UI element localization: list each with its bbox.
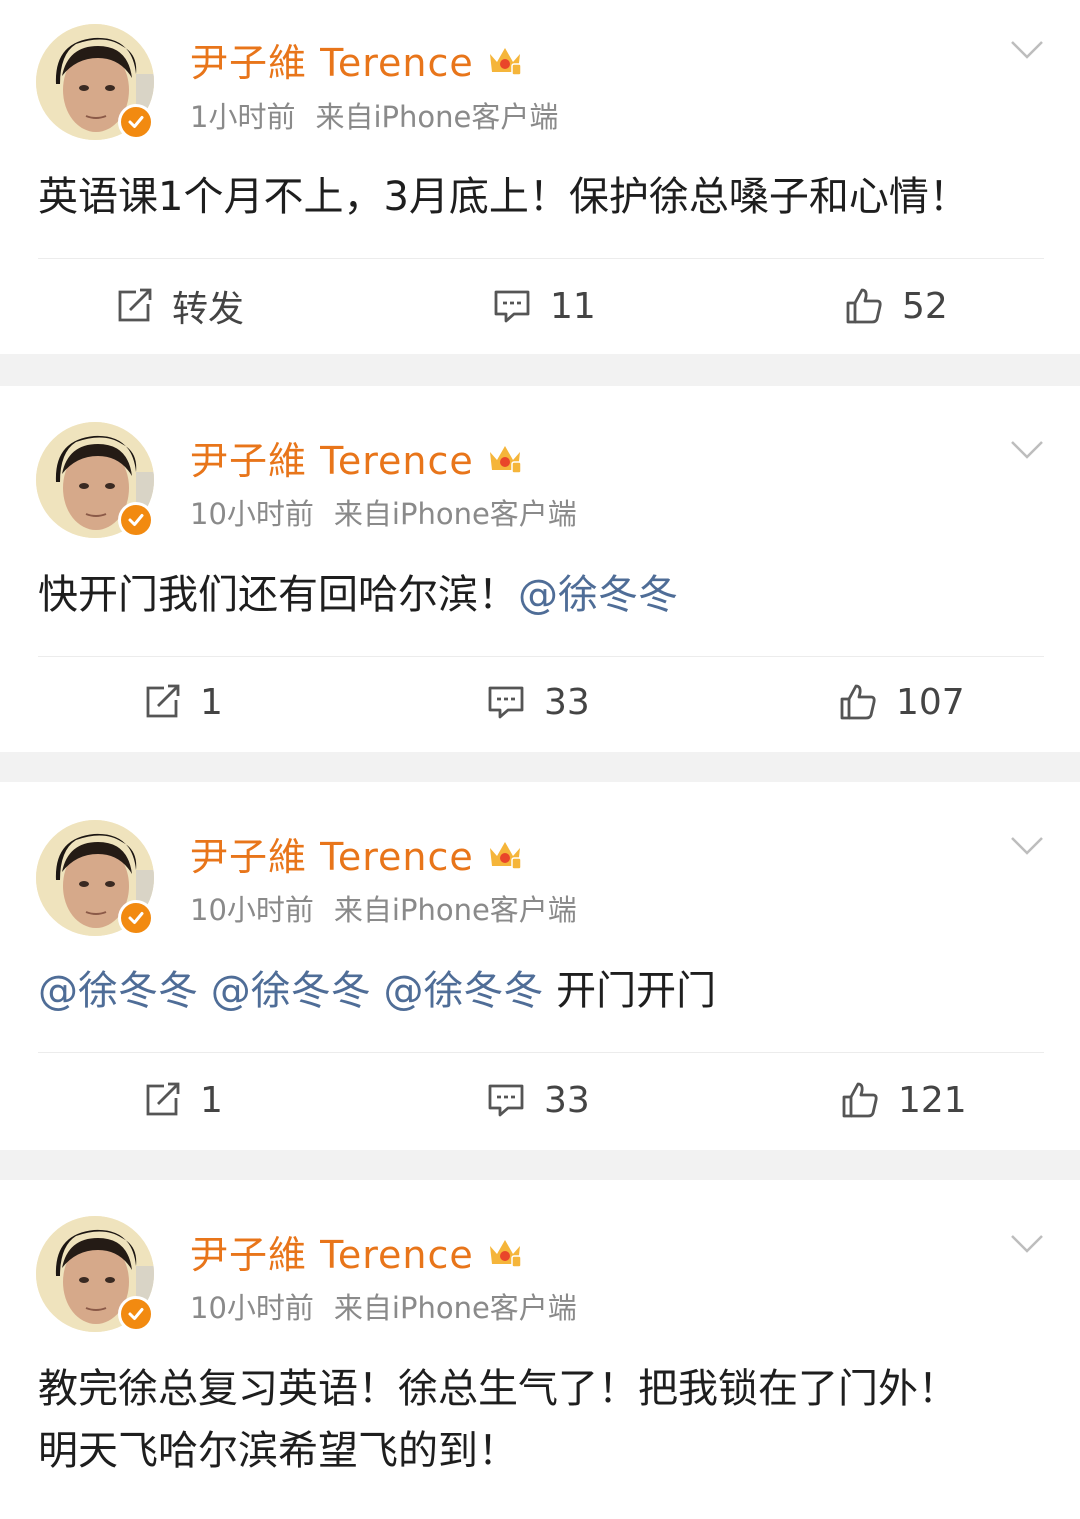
- verified-icon: [118, 1296, 154, 1332]
- text-segment: 快开门我们还有回哈尔滨！: [38, 572, 518, 618]
- repost-icon: [146, 684, 180, 718]
- post-meta: 10小时前 来自iPhone客户端: [190, 888, 577, 928]
- vip-crown-icon[interactable]: [486, 1232, 524, 1270]
- comment-button[interactable]: 33: [486, 662, 590, 742]
- post-meta: 1小时前 来自iPhone客户端: [190, 95, 558, 135]
- like-count: 121: [898, 1079, 967, 1121]
- post-text: 教完徐总复习英语！徐总生气了！把我锁在了门外！ 明天飞哈尔滨希望飞的到！: [38, 1358, 1040, 1482]
- divider: [38, 656, 1044, 657]
- repost-label: 转发: [172, 289, 245, 330]
- chevron-down-icon[interactable]: [1010, 834, 1044, 858]
- divider: [38, 258, 1044, 259]
- mention-link[interactable]: @徐冬冬: [211, 968, 371, 1014]
- comment-icon: [488, 686, 524, 719]
- text-segment: 教完徐总复习英语！徐总生气了！把我锁在了门外！: [38, 1366, 958, 1412]
- post-line: 教完徐总复习英语！徐总生气了！把我锁在了门外！: [38, 1358, 1040, 1420]
- mention-link[interactable]: @徐冬冬: [38, 968, 198, 1014]
- like-button[interactable]: 107: [838, 662, 965, 742]
- comment-count: 33: [544, 681, 590, 723]
- post-meta: 10小时前 来自iPhone客户端: [190, 492, 577, 532]
- username[interactable]: 尹子維 Terence: [190, 32, 524, 87]
- username[interactable]: 尹子維 Terence: [190, 430, 524, 485]
- post-text: 快开门我们还有回哈尔滨！@徐冬冬: [38, 564, 1040, 626]
- repost-button[interactable]: 1: [142, 662, 223, 742]
- verified-icon: [118, 900, 154, 936]
- comment-count: 33: [544, 1079, 590, 1121]
- username-text[interactable]: 尹子維 Terence: [190, 32, 474, 87]
- repost-count: 1: [200, 681, 223, 723]
- repost-icon: [118, 288, 152, 322]
- repost-count: 1: [200, 1079, 223, 1121]
- post-text: @徐冬冬 @徐冬冬 @徐冬冬 开门开门: [38, 960, 1040, 1022]
- post-time: 1小时前: [190, 100, 296, 134]
- action-bar: 转发 11 52: [0, 266, 1080, 346]
- chevron-down-icon[interactable]: [1010, 1232, 1044, 1256]
- comment-icon: [488, 1084, 524, 1117]
- mention-link[interactable]: @徐冬冬: [518, 572, 678, 618]
- weibo-post: 尹子維 Terence 10小时前 来自iPhone客户端 @徐冬冬 @徐冬冬 …: [0, 782, 1080, 1150]
- text-segment: [371, 968, 384, 1014]
- post-source: 来自iPhone客户端: [333, 497, 577, 531]
- action-bar: 1 33 121: [0, 1060, 1080, 1140]
- post-line: 快开门我们还有回哈尔滨！@徐冬冬: [38, 564, 1040, 626]
- weibo-post: 尹子維 Terence 10小时前 来自iPhone客户端 教完徐总复习英语！徐…: [0, 1180, 1080, 1519]
- like-icon: [846, 288, 882, 324]
- post-time: 10小时前: [190, 893, 314, 927]
- post-source: 来自iPhone客户端: [333, 893, 577, 927]
- chevron-down-icon[interactable]: [1010, 38, 1044, 62]
- post-line: @徐冬冬 @徐冬冬 @徐冬冬 开门开门: [38, 960, 1040, 1022]
- repost-button[interactable]: 转发: [114, 266, 244, 346]
- mention-link[interactable]: @徐冬冬: [383, 968, 543, 1014]
- like-button[interactable]: 52: [844, 266, 948, 346]
- comment-button[interactable]: 33: [486, 1060, 590, 1140]
- post-line: 英语课1个月不上，3月底上！保护徐总嗓子和心情！: [38, 166, 1040, 228]
- post-text: 英语课1个月不上，3月底上！保护徐总嗓子和心情！: [38, 166, 1040, 228]
- username[interactable]: 尹子維 Terence: [190, 1224, 524, 1279]
- divider: [38, 1052, 1044, 1053]
- like-icon: [842, 1082, 878, 1118]
- post-source: 来自iPhone客户端: [315, 100, 559, 134]
- verified-icon: [118, 104, 154, 140]
- comment-count: 11: [550, 285, 596, 327]
- vip-crown-icon[interactable]: [486, 834, 524, 872]
- post-line: 明天飞哈尔滨希望飞的到！: [38, 1420, 1040, 1482]
- username-text[interactable]: 尹子維 Terence: [190, 826, 474, 881]
- weibo-post: 尹子維 Terence 1小时前 来自iPhone客户端 英语课1个月不上，3月…: [0, 0, 1080, 354]
- vip-crown-icon[interactable]: [486, 438, 524, 476]
- post-meta: 10小时前 来自iPhone客户端: [190, 1286, 577, 1326]
- vip-crown-icon[interactable]: [486, 40, 524, 78]
- repost-icon: [146, 1082, 180, 1116]
- weibo-post: 尹子維 Terence 10小时前 来自iPhone客户端 快开门我们还有回哈尔…: [0, 386, 1080, 752]
- post-time: 10小时前: [190, 1291, 314, 1325]
- text-segment: 明天飞哈尔滨希望飞的到！: [38, 1428, 518, 1474]
- username-text[interactable]: 尹子維 Terence: [190, 430, 474, 485]
- repost-button[interactable]: 1: [142, 1060, 223, 1140]
- text-segment: 英语课1个月不上，3月底上！保护徐总嗓子和心情！: [38, 174, 969, 220]
- text-segment: 开门开门: [543, 968, 717, 1014]
- like-count: 52: [902, 285, 948, 327]
- weibo-feed: 尹子維 Terence 1小时前 来自iPhone客户端 英语课1个月不上，3月…: [0, 0, 1080, 1519]
- action-bar: 1 33 107: [0, 662, 1080, 742]
- chevron-down-icon[interactable]: [1010, 438, 1044, 462]
- username[interactable]: 尹子維 Terence: [190, 826, 524, 881]
- post-source: 来自iPhone客户端: [333, 1291, 577, 1325]
- post-time: 10小时前: [190, 497, 314, 531]
- verified-icon: [118, 502, 154, 538]
- username-text[interactable]: 尹子維 Terence: [190, 1224, 474, 1279]
- comment-button[interactable]: 11: [492, 266, 596, 346]
- text-segment: [198, 968, 211, 1014]
- like-button[interactable]: 121: [840, 1060, 967, 1140]
- comment-icon: [494, 290, 530, 323]
- like-count: 107: [896, 681, 965, 723]
- like-icon: [840, 684, 876, 720]
